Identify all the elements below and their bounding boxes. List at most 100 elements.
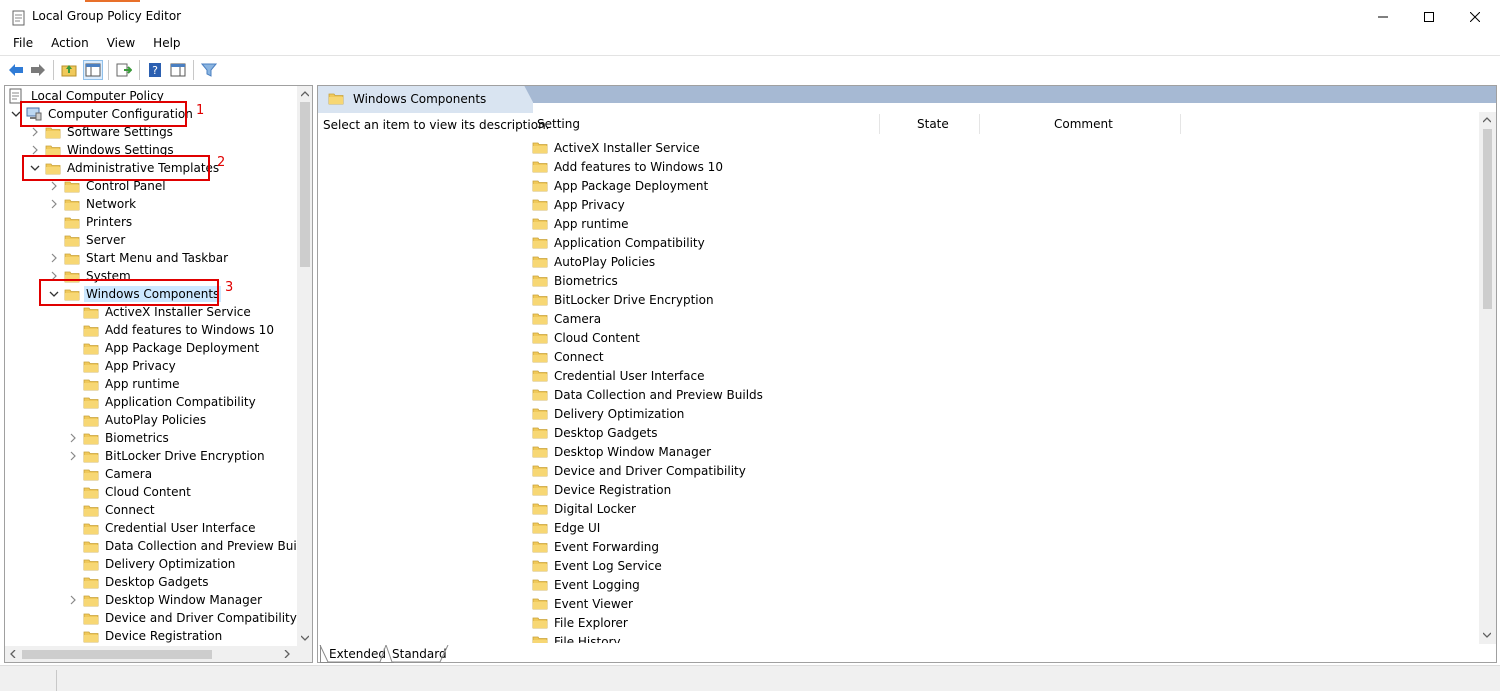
scrollbar-thumb[interactable] [1483, 129, 1492, 309]
menu-file[interactable]: File [4, 34, 42, 54]
setting-row[interactable]: Cloud Content [532, 328, 640, 347]
tree-item-windows-component[interactable]: Cloud Content [66, 483, 193, 501]
scroll-right-icon[interactable] [279, 646, 295, 662]
tree-item-windows-component[interactable]: Application Compatibility [66, 393, 258, 411]
tree-item-windows-component[interactable]: App Package Deployment [66, 339, 261, 357]
tree-item-network[interactable]: Network [47, 195, 138, 213]
setting-row[interactable]: Event Log Service [532, 556, 662, 575]
annotation-box-1 [20, 101, 187, 127]
folder-icon [83, 593, 99, 607]
help-button[interactable]: ? [145, 60, 165, 80]
menu-action[interactable]: Action [42, 34, 98, 54]
folder-icon [532, 616, 548, 630]
setting-row[interactable]: AutoPlay Policies [532, 252, 655, 271]
tree-item-windows-component[interactable]: Camera [66, 465, 154, 483]
setting-row[interactable]: Event Forwarding [532, 537, 659, 556]
tree-item-label: Start Menu and Taskbar [86, 251, 229, 265]
tree-item-windows-component[interactable]: Delivery Optimization [66, 555, 237, 573]
setting-row[interactable]: ActiveX Installer Service [532, 138, 700, 157]
tree-item-server[interactable]: Server [47, 231, 127, 249]
tree-item-label: Connect [105, 503, 155, 517]
tree-item-windows-component[interactable]: Connect [66, 501, 157, 519]
details-vertical-scrollbar[interactable] [1479, 112, 1496, 644]
maximize-button[interactable] [1406, 0, 1452, 34]
minimize-button[interactable] [1360, 0, 1406, 34]
setting-row[interactable]: File History [532, 632, 621, 643]
setting-row[interactable]: Desktop Gadgets [532, 423, 658, 442]
up-one-level-button[interactable] [59, 60, 79, 80]
maximize-icon [1424, 12, 1434, 22]
tree-item-label: Camera [105, 467, 153, 481]
setting-row[interactable]: Biometrics [532, 271, 618, 290]
setting-label: ActiveX Installer Service [554, 140, 700, 155]
properties-pane-icon [170, 63, 186, 77]
setting-row[interactable]: Add features to Windows 10 [532, 157, 723, 176]
tree-item-windows-component[interactable]: Device Registration [66, 627, 224, 645]
setting-row[interactable]: Device and Driver Compatibility [532, 461, 746, 480]
column-header-comment[interactable]: Comment [1054, 112, 1113, 136]
chevron-right-icon[interactable] [47, 197, 61, 211]
menu-help[interactable]: Help [144, 34, 189, 54]
chevron-right-icon[interactable] [66, 431, 80, 445]
chevron-right-icon[interactable] [66, 449, 80, 463]
tree-item-windows-component[interactable]: App Privacy [66, 357, 178, 375]
setting-row[interactable]: Event Viewer [532, 594, 633, 613]
scrollbar-thumb[interactable] [300, 102, 310, 267]
setting-row[interactable]: Desktop Window Manager [532, 442, 711, 461]
filter-button[interactable] [199, 60, 219, 80]
tree-item-printers[interactable]: Printers [47, 213, 134, 231]
folder-icon [532, 559, 548, 573]
column-header-setting[interactable]: Setting [537, 112, 580, 136]
setting-row[interactable]: File Explorer [532, 613, 628, 632]
setting-row[interactable]: Device Registration [532, 480, 671, 499]
tree-item-windows-component[interactable]: Biometrics [66, 429, 171, 447]
column-header-state[interactable]: State [917, 112, 949, 136]
tree-horizontal-scrollbar[interactable] [5, 646, 312, 662]
scrollbar-thumb[interactable] [22, 650, 212, 659]
tree-item-windows-component[interactable]: Desktop Gadgets [66, 573, 211, 591]
setting-row[interactable]: App Package Deployment [532, 176, 708, 195]
scroll-up-icon[interactable] [297, 86, 312, 102]
setting-row[interactable]: BitLocker Drive Encryption [532, 290, 714, 309]
setting-row[interactable]: Camera [532, 309, 601, 328]
setting-row[interactable]: App runtime [532, 214, 629, 233]
scroll-down-icon[interactable] [297, 630, 312, 646]
setting-row[interactable]: Event Logging [532, 575, 640, 594]
setting-row[interactable]: Credential User Interface [532, 366, 704, 385]
tree-item-windows-component[interactable]: Data Collection and Preview Builds [66, 537, 297, 555]
setting-row[interactable]: Delivery Optimization [532, 404, 684, 423]
chevron-right-icon[interactable] [47, 251, 61, 265]
tree-item-windows-component[interactable]: BitLocker Drive Encryption [66, 447, 267, 465]
scroll-left-icon[interactable] [5, 646, 21, 662]
forward-button[interactable] [28, 60, 48, 80]
setting-row[interactable]: Connect [532, 347, 604, 366]
properties-pane-button[interactable] [168, 60, 188, 80]
setting-label: Add features to Windows 10 [554, 159, 723, 174]
tree-item-windows-component[interactable]: App runtime [66, 375, 182, 393]
tree-item-windows-component[interactable]: AutoPlay Policies [66, 411, 208, 429]
export-list-button[interactable] [114, 60, 134, 80]
setting-row[interactable]: Edge UI [532, 518, 600, 537]
folder-icon [83, 503, 99, 517]
chevron-right-icon[interactable] [47, 179, 61, 193]
chevron-right-icon[interactable] [28, 125, 42, 139]
tree-item-windows-component[interactable]: Desktop Window Manager [66, 591, 264, 609]
chevron-right-icon[interactable] [66, 593, 80, 607]
setting-row[interactable]: Data Collection and Preview Builds [532, 385, 763, 404]
show-hide-tree-button[interactable] [83, 60, 103, 80]
back-button[interactable] [6, 60, 26, 80]
setting-row[interactable]: Digital Locker [532, 499, 636, 518]
setting-row[interactable]: App Privacy [532, 195, 625, 214]
tree-item-windows-component[interactable]: Credential User Interface [66, 519, 257, 537]
tree-item-label: Server [86, 233, 126, 247]
tree-item-start-menu-and-taskbar[interactable]: Start Menu and Taskbar [47, 249, 230, 267]
close-button[interactable] [1452, 0, 1498, 34]
tree-item-windows-component[interactable]: Device and Driver Compatibility [66, 609, 297, 627]
menu-view[interactable]: View [98, 34, 144, 54]
scroll-down-icon[interactable] [1479, 627, 1495, 643]
details-pane: Windows Components Select an item to vie… [317, 85, 1497, 663]
setting-row[interactable]: Application Compatibility [532, 233, 705, 252]
scroll-up-icon[interactable] [1479, 112, 1495, 128]
tree-vertical-scrollbar[interactable] [297, 86, 312, 646]
tree-item-windows-component[interactable]: Add features to Windows 10 [66, 321, 276, 339]
